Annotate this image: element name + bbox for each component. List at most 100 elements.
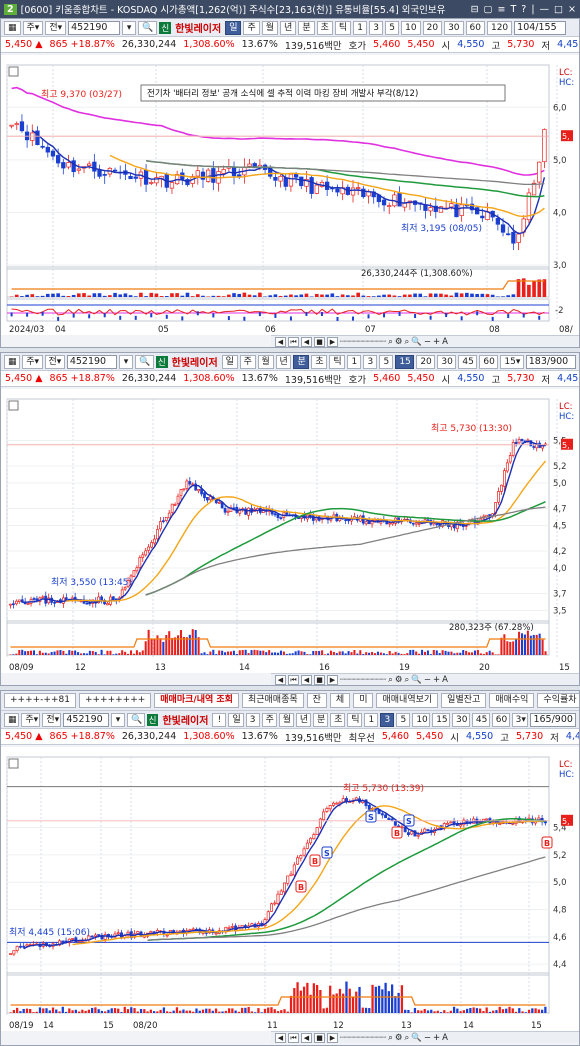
interval-select[interactable]: 3▾ [511, 712, 529, 727]
type-dropdown[interactable]: 주▾ [22, 20, 44, 35]
period-button[interactable]: 틱 [347, 712, 363, 727]
period-button[interactable]: 분 [312, 712, 329, 727]
interval-button[interactable]: 10 [401, 20, 421, 35]
candlestick-chart[interactable]: 5,45,25,04,84,64,4LC:HC:5,최고 5,730 (13:3… [1, 747, 579, 1031]
interval-button[interactable]: 60 [491, 712, 510, 727]
period-button[interactable]: 틱 [329, 354, 346, 369]
tool-icon[interactable]: ⌕ [404, 1033, 409, 1043]
interval-button[interactable]: 30 [437, 354, 457, 369]
tool-icon[interactable]: ⌕ [388, 675, 393, 685]
period-button[interactable]: 년 [275, 354, 292, 369]
period-button[interactable]: 초 [311, 354, 328, 369]
interval-button[interactable]: 60 [479, 354, 499, 369]
minus-icon[interactable]: − [424, 675, 431, 685]
interval-button[interactable]: 120 [486, 20, 513, 35]
minus-icon[interactable]: − [424, 337, 431, 347]
zoom-icon[interactable]: 🔍 [411, 1033, 422, 1043]
dropdown-icon[interactable]: ▾ [122, 20, 137, 35]
interval-button[interactable]: 30 [444, 20, 464, 35]
nav-button[interactable]: ■ [314, 674, 325, 685]
chart-scroll-controls[interactable]: ◀ ⏮ ◀ ■ ▶ ┈┈┈┈┈┈┈┈┈ ⌕ ⚙ ⌕ 🔍 − + A [271, 673, 579, 685]
tool-icon[interactable]: ⚙ [395, 337, 403, 347]
scroll-track[interactable]: ┈┈┈┈┈┈┈┈┈ [340, 1033, 386, 1043]
type-dropdown[interactable]: 주▾ [21, 712, 41, 727]
interval-button[interactable]: 5 [396, 712, 411, 727]
zoom-icon[interactable]: 🔍 [411, 337, 422, 347]
toolbar-tab[interactable]: 매매내역보기 [376, 693, 439, 708]
toolbar-tab[interactable]: 미 [353, 693, 374, 708]
nav-button[interactable]: ■ [314, 1032, 325, 1043]
code-input[interactable]: 452190 [68, 20, 121, 35]
period-button[interactable]: 주 [243, 20, 260, 35]
interval-button[interactable]: 5 [379, 354, 394, 369]
window-control-1[interactable]: ▢ [484, 4, 493, 15]
tool-icon[interactable]: ⌕ [388, 337, 393, 347]
period-button[interactable]: 년 [280, 20, 297, 35]
scroll-track[interactable]: ┈┈┈┈┈┈┈┈┈ [340, 675, 386, 685]
window-controls[interactable]: ⊟ ▢ ≡ T? | — □ × [471, 4, 576, 15]
tool-icon[interactable]: ⚙ [395, 675, 403, 685]
nav-button[interactable]: ◀ [301, 674, 312, 685]
minus-icon[interactable]: − [424, 1033, 431, 1043]
toolbar-tab[interactable]: 잔 [306, 693, 327, 708]
interval-button[interactable]: 10 [412, 712, 431, 727]
interval-button[interactable]: 20 [416, 354, 436, 369]
period-button[interactable]: 월 [278, 712, 294, 727]
password-field[interactable]: ++++++++ [78, 693, 152, 708]
period-button[interactable]: 일 [225, 20, 242, 35]
window-control-2[interactable]: ≡ [498, 4, 506, 15]
period-button[interactable]: 주 [261, 712, 277, 727]
chart-icon[interactable]: ▦ [4, 354, 21, 369]
auto-icon[interactable]: A [442, 1033, 448, 1043]
interval-select[interactable]: 15▾ [500, 354, 524, 369]
toolbar-tab[interactable]: 최근매매종목 [241, 693, 304, 708]
interval-button[interactable]: 5 [385, 20, 400, 35]
interval-button[interactable]: 45 [458, 354, 478, 369]
chart-area[interactable]: 6,0 5,0 4,0 3,0 LC: HC: 5, 최고 9,370 (03/27) 최저 3… [1, 55, 579, 335]
window-control-4[interactable]: ? [521, 4, 526, 15]
tab-trade-mark[interactable]: 매매마크/내역 조회 [154, 693, 239, 708]
market-dropdown[interactable]: 전▾ [42, 712, 62, 727]
nav-button[interactable]: ■ [314, 336, 325, 347]
plus-icon[interactable]: + [433, 337, 440, 347]
period-button[interactable]: 틱 [334, 20, 352, 35]
period-button[interactable]: 주 [239, 354, 256, 369]
window-control-3[interactable]: T [510, 4, 516, 15]
search-icon[interactable]: 🔍 [138, 20, 158, 35]
period-button[interactable]: 일 [228, 712, 244, 727]
market-dropdown[interactable]: 전▾ [45, 20, 67, 35]
interval-button[interactable]: 1 [353, 20, 368, 35]
interval-button[interactable]: 15 [395, 354, 415, 369]
auto-icon[interactable]: A [442, 337, 448, 347]
period-button[interactable]: 초 [316, 20, 333, 35]
tool-icon[interactable]: ⌕ [404, 337, 409, 347]
plus-icon[interactable]: + [433, 675, 440, 685]
interval-button[interactable]: 15 [432, 712, 451, 727]
nav-button[interactable]: ◀ [275, 336, 286, 347]
nav-button[interactable]: ⏮ [288, 674, 299, 685]
toolbar-tab[interactable]: 체 [329, 693, 351, 708]
nav-button[interactable]: ▶ [327, 1032, 338, 1043]
period-button[interactable]: 초 [330, 712, 346, 727]
nav-button[interactable]: ⏮ [288, 336, 299, 347]
chart-icon[interactable]: ▦ [4, 712, 20, 727]
nav-button[interactable]: ◀ [275, 1032, 286, 1043]
nav-button[interactable]: ◀ [275, 674, 286, 685]
period-button[interactable]: ! [212, 712, 227, 727]
chart-area[interactable]: 5,5 5,2 5,0 4,7 4,5 4,2 4,0 3,7 3,5 LC: HC: 5, 최고 5,… [1, 389, 579, 673]
toolbar-button[interactable]: 수익률차 [537, 693, 579, 708]
code-input[interactable]: 452190 [66, 354, 118, 369]
interval-button[interactable]: 1 [347, 354, 362, 369]
interval-button[interactable]: 30 [452, 712, 470, 727]
tool-icon[interactable]: ⚙ [395, 1033, 403, 1043]
tool-icon[interactable]: ⌕ [404, 675, 409, 685]
interval-button[interactable]: 3 [363, 354, 378, 369]
interval-button[interactable]: 1 [364, 712, 379, 727]
tool-icon[interactable]: ⌕ [388, 1033, 393, 1043]
account-field[interactable]: ++++-++81 [4, 693, 76, 708]
period-button[interactable]: 년 [295, 712, 311, 727]
toolbar-button[interactable]: 매매수익 [489, 693, 535, 708]
nav-button[interactable]: ◀ [301, 336, 312, 347]
interval-button[interactable]: 60 [465, 20, 485, 35]
period-button[interactable]: 분 [298, 20, 315, 35]
